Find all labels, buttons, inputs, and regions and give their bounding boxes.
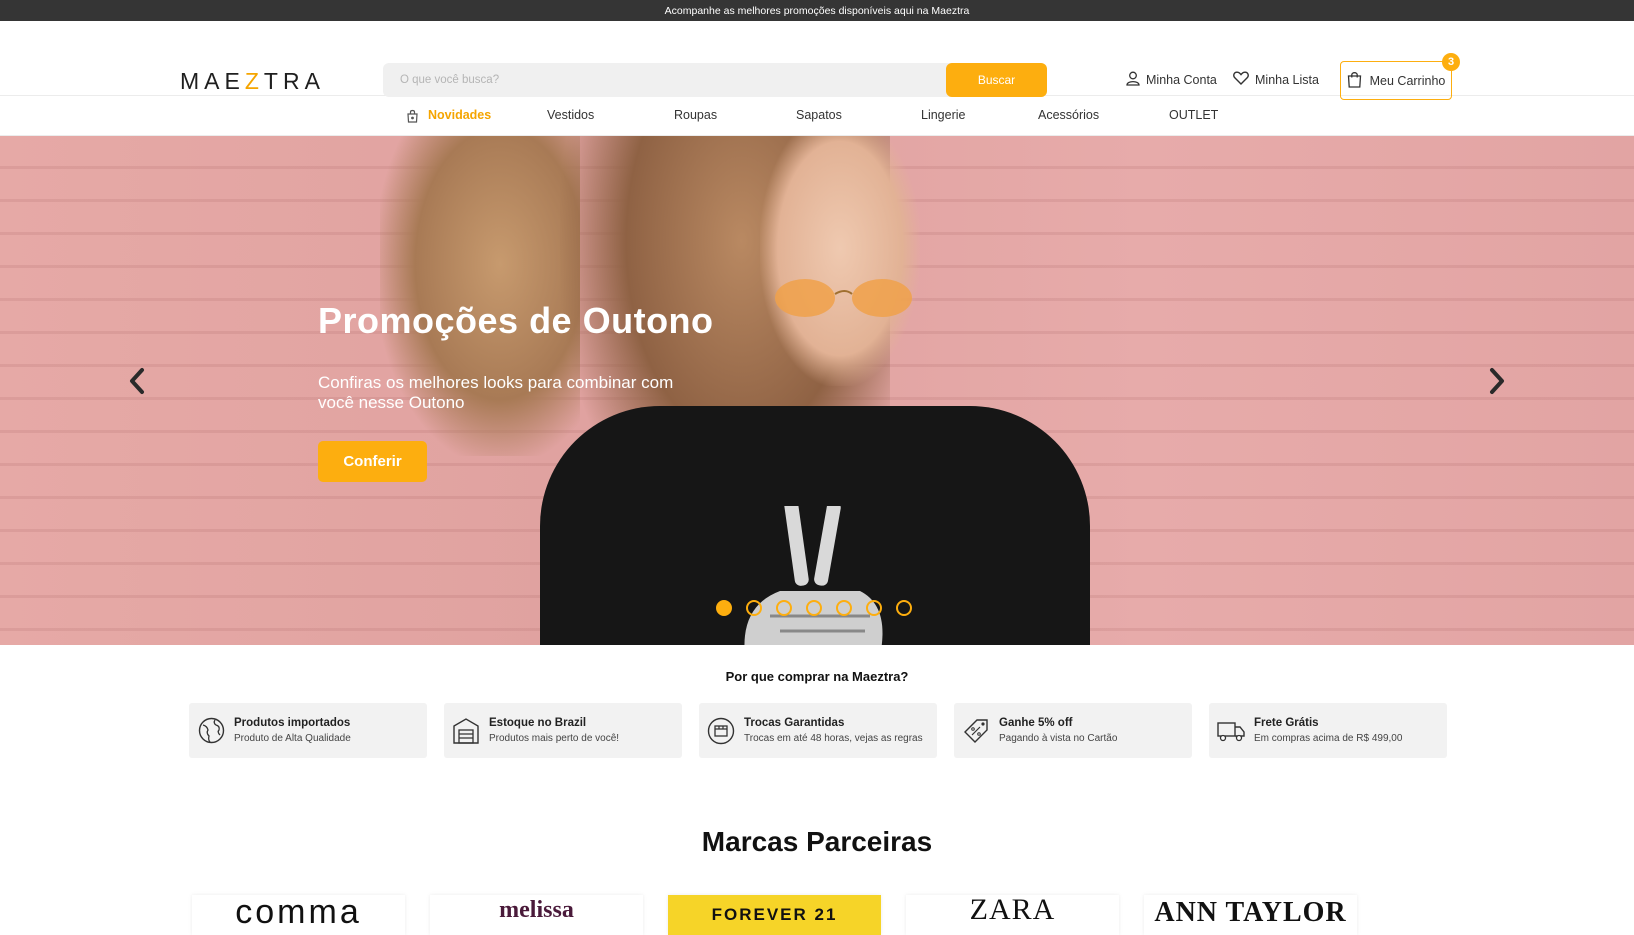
sparkle-bag-icon xyxy=(406,108,419,126)
brand-card-ann-taylor[interactable]: ANN TAYLOR xyxy=(1144,895,1357,935)
feature-exchange: Trocas Garantidas Trocas em até 48 horas… xyxy=(699,703,937,758)
brand-card-comma[interactable]: comma xyxy=(192,895,405,935)
search-bar: Buscar xyxy=(383,63,1047,97)
carousel-dot[interactable] xyxy=(896,600,912,616)
feature-title: Ganhe 5% off xyxy=(999,717,1073,729)
account-link[interactable]: Minha Conta xyxy=(1126,71,1217,89)
why-buy-title: Por que comprar na Maeztra? xyxy=(725,669,909,684)
feature-subtitle: Pagando à vista no Cartão xyxy=(999,733,1118,744)
announcement-bar: Acompanhe as melhores promoções disponív… xyxy=(0,0,1634,21)
brand-card-forever21[interactable]: FOREVER 21 xyxy=(668,895,881,935)
user-icon xyxy=(1126,71,1140,89)
shopping-bag-icon xyxy=(1347,71,1362,91)
feature-stock: Estoque no Brazil Produtos mais perto de… xyxy=(444,703,682,758)
carousel-prev-button[interactable] xyxy=(122,363,152,399)
carousel-dot[interactable] xyxy=(716,600,732,616)
discount-tag-icon xyxy=(962,717,990,745)
hero-title: Promoções de Outono xyxy=(318,300,714,341)
carousel-dots xyxy=(716,600,912,616)
cart-label: Meu Carrinho xyxy=(1369,73,1446,88)
site-header: MAEZTRA Buscar Minha Conta Minha Lista M… xyxy=(0,21,1634,100)
feature-subtitle: Produto de Alta Qualidade xyxy=(234,733,351,744)
carousel-dot[interactable] xyxy=(746,600,762,616)
chevron-right-icon xyxy=(1490,368,1504,394)
cart-button[interactable]: Meu Carrinho 3 xyxy=(1340,53,1460,100)
sunglasses-graphic xyxy=(775,279,912,317)
announcement-text: Acompanhe as melhores promoções disponív… xyxy=(664,4,970,17)
feature-discount: Ganhe 5% off Pagando à vista no Cartão xyxy=(954,703,1192,758)
feature-subtitle: Produtos mais perto de você! xyxy=(489,733,620,744)
brand-card-melissa[interactable]: melissa xyxy=(430,895,643,935)
main-nav: Novidades Vestidos Roupas Sapatos Linger… xyxy=(0,96,1634,136)
search-input[interactable] xyxy=(383,63,946,97)
carousel-dot[interactable] xyxy=(836,600,852,616)
maeztra-logo[interactable]: MAEZTRA xyxy=(180,68,325,95)
hero-photo-face xyxy=(760,136,920,386)
feature-title: Estoque no Brazil xyxy=(489,717,587,729)
carousel-next-button[interactable] xyxy=(1482,363,1512,399)
feature-imported: Produtos importados Produto de Alta Qual… xyxy=(189,703,427,758)
brands-title: Marcas Parceiras xyxy=(701,826,933,857)
wishlist-label: Minha Lista xyxy=(1255,72,1319,87)
brand-logo: comma xyxy=(235,895,362,931)
feature-title: Produtos importados xyxy=(234,717,351,729)
warehouse-icon xyxy=(452,717,480,745)
account-label: Minha Conta xyxy=(1146,73,1217,87)
logo-text-end: TRA xyxy=(263,68,325,94)
logo-text-z: Z xyxy=(244,68,264,94)
search-button[interactable]: Buscar xyxy=(946,63,1047,97)
nav-item-sapatos[interactable]: Sapatos xyxy=(796,108,842,122)
nav-item-acessorios[interactable]: Acessórios xyxy=(1038,108,1099,122)
carousel-dot[interactable] xyxy=(776,600,792,616)
brand-logo: ANN TAYLOR xyxy=(1154,897,1347,928)
truck-icon xyxy=(1217,717,1245,745)
feature-subtitle: Em compras acima de R$ 499,00 xyxy=(1254,733,1403,744)
logo-text-start: MAE xyxy=(180,68,245,94)
nav-item-novidades[interactable]: Novidades xyxy=(428,108,491,122)
feature-title: Frete Grátis xyxy=(1254,717,1319,729)
carousel-dot[interactable] xyxy=(806,600,822,616)
brand-card-zara[interactable]: ZARA xyxy=(906,895,1119,935)
hero-cta-button[interactable]: Conferir xyxy=(318,441,427,482)
brand-logo: ZARA xyxy=(969,895,1056,926)
heart-icon xyxy=(1233,71,1249,88)
brands-carousel: comma melissa FOREVER 21 ZARA ANN TAYLOR xyxy=(192,895,1357,935)
nav-item-lingerie[interactable]: Lingerie xyxy=(921,108,965,122)
cart-count-badge: 3 xyxy=(1442,53,1460,71)
nav-item-outlet[interactable]: OUTLET xyxy=(1169,108,1218,122)
brand-logo: melissa xyxy=(499,897,574,923)
nav-item-roupas[interactable]: Roupas xyxy=(674,108,717,122)
carousel-dot[interactable] xyxy=(866,600,882,616)
hero-subtitle: Confiras os melhores looks para combinar… xyxy=(318,373,674,412)
feature-title: Trocas Garantidas xyxy=(744,717,845,729)
hero-banner: Promoções de Outono Confiras os melhores… xyxy=(0,136,1634,645)
globe-icon xyxy=(197,717,225,745)
nav-item-vestidos[interactable]: Vestidos xyxy=(547,108,594,122)
feature-subtitle: Trocas em até 48 horas, vejas as regras xyxy=(744,733,923,744)
chevron-left-icon xyxy=(130,368,144,394)
brand-logo: FOREVER 21 xyxy=(711,905,838,924)
wishlist-link[interactable]: Minha Lista xyxy=(1233,71,1319,88)
feature-free-shipping: Frete Grátis Em compras acima de R$ 499,… xyxy=(1209,703,1447,758)
features-list: Produtos importados Produto de Alta Qual… xyxy=(189,703,1447,758)
skeleton-hand-graphic xyxy=(744,506,883,645)
exchange-icon xyxy=(707,717,735,745)
